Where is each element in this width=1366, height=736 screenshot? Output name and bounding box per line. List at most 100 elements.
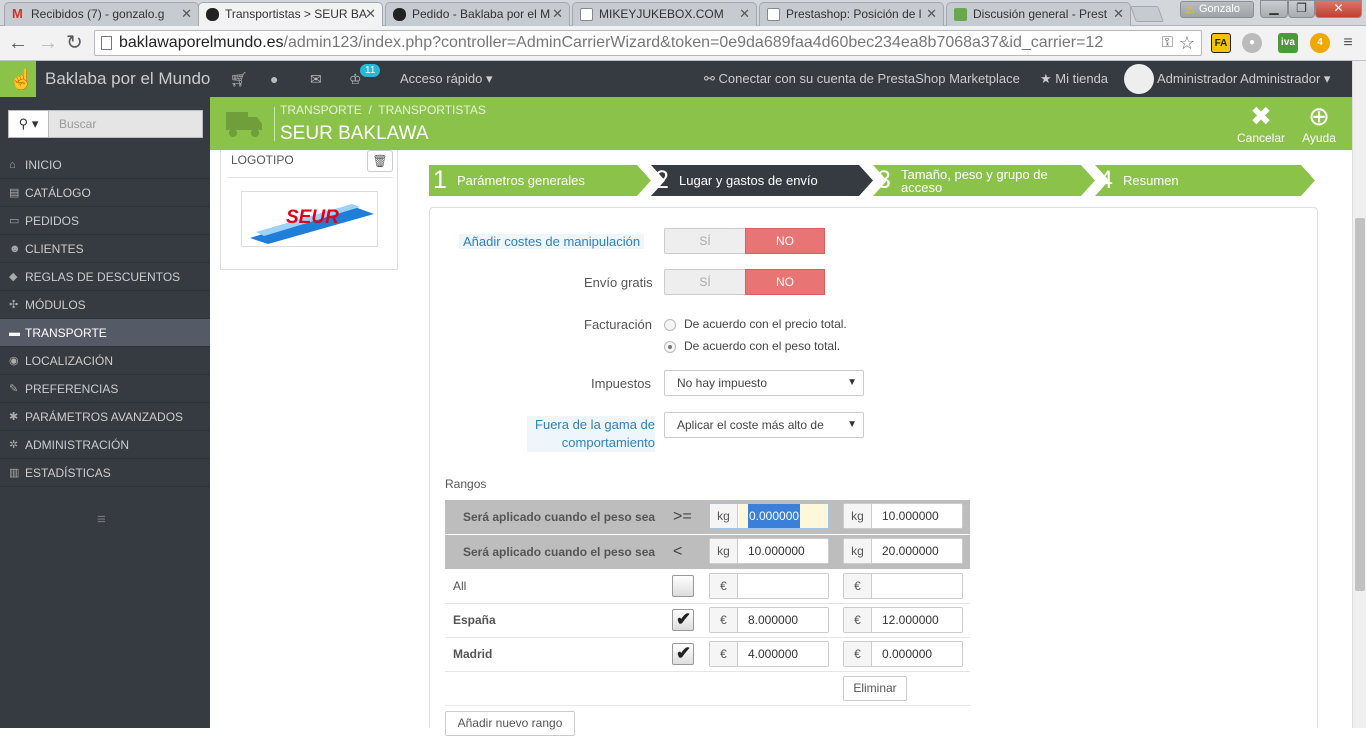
marketplace-connect-link[interactable]: ⚯ Conectar con su cuenta de PrestaShop M… xyxy=(704,71,1020,87)
sidebar-item-estadisticas[interactable]: ▥ Estadísticas xyxy=(0,459,210,487)
range-to-value[interactable]: 20.000000 xyxy=(882,539,939,563)
out-of-range-select[interactable]: Aplicar el coste más alto de ▼ xyxy=(664,412,864,438)
collapse-menu-icon[interactable]: ≡ xyxy=(97,511,106,528)
range-to-value[interactable]: 10.000000 xyxy=(748,539,805,563)
sidebar-item-clientes[interactable]: ☻ Clientes xyxy=(0,235,210,263)
new-tab-button[interactable] xyxy=(1130,6,1164,22)
browser-tab[interactable]: Prestashop: Posición de l ✕ xyxy=(759,2,944,26)
billing-weight-radio[interactable] xyxy=(664,341,676,353)
wizard-step-3[interactable]: 3 Tamaño, peso y grupo de acceso xyxy=(873,165,1083,196)
range-to-input-1[interactable]: kg 10.000000 xyxy=(709,538,829,564)
sidebar-item-transporte[interactable]: ▬ Transporte xyxy=(0,319,210,347)
menu-icon[interactable]: ≡ xyxy=(1338,33,1358,53)
zone-price-input[interactable]: € 8.000000 xyxy=(709,607,829,633)
delete-logo-button[interactable]: 🗑︎ xyxy=(367,150,393,172)
switch-yes[interactable]: Sí xyxy=(665,229,745,253)
close-icon[interactable]: ✕ xyxy=(181,3,192,25)
help-button[interactable]: ⊕ Ayuda xyxy=(1294,101,1344,145)
tax-select[interactable]: No hay impuesto ▼ xyxy=(664,370,864,396)
switch-no[interactable]: NO xyxy=(745,228,825,254)
sidebar-item-parametros[interactable]: ✱ Parámetros avanzados xyxy=(0,403,210,431)
billing-price-label[interactable]: De acuerdo con el precio total. xyxy=(684,317,847,331)
url-input[interactable]: baklawaporelmundo.es/admin123/index.php?… xyxy=(94,30,1202,56)
billing-price-radio[interactable] xyxy=(664,319,676,331)
quick-access-dropdown[interactable]: Acceso rápido ▾ xyxy=(400,71,493,87)
fa-extension-icon[interactable]: FA xyxy=(1211,33,1231,53)
cancel-button[interactable]: ✖ Cancelar xyxy=(1236,101,1286,145)
key-icon[interactable]: ⚿ xyxy=(1162,31,1173,55)
user-icon[interactable]: ● xyxy=(270,71,278,87)
close-icon[interactable]: ✕ xyxy=(365,3,376,25)
page-scrollbar[interactable] xyxy=(1352,61,1366,728)
range-to-input-2[interactable]: kg 20.000000 xyxy=(843,538,963,564)
range-from-input-2[interactable]: kg 10.000000 xyxy=(843,503,963,529)
reload-icon[interactable]: ↻ xyxy=(66,32,83,54)
browser-tab[interactable]: M Recibidos (7) - gonzalo.g ✕ xyxy=(4,2,199,26)
iva-extension-icon[interactable]: iva xyxy=(1278,33,1298,53)
my-store-link[interactable]: ★ Mi tienda xyxy=(1040,71,1108,87)
bookmark-star-icon[interactable]: ☆ xyxy=(1179,31,1195,55)
scrollbar-thumb[interactable] xyxy=(1355,218,1365,591)
close-icon[interactable]: ✕ xyxy=(739,3,750,25)
zone-price-input[interactable]: € 12.000000 xyxy=(843,607,963,633)
avatar[interactable] xyxy=(1124,64,1154,94)
close-icon[interactable]: ✕ xyxy=(926,3,937,25)
browser-user-badge[interactable]: ⚠ Gonzalo xyxy=(1180,1,1254,18)
sidebar-item-inicio[interactable]: ⌂ Inicio xyxy=(0,151,210,179)
range-from-value[interactable]: 0.000000 xyxy=(748,504,801,528)
sidebar-item-catalogo[interactable]: ▤ Catálogo xyxy=(0,179,210,207)
zone-checkbox[interactable]: ✔ xyxy=(672,609,694,631)
zone-price-value[interactable]: 4.000000 xyxy=(748,642,798,666)
range-from-input-1[interactable]: kg 0.000000 xyxy=(709,503,829,529)
breadcrumb-item[interactable]: Transporte xyxy=(280,103,362,117)
browser-tab-active[interactable]: Transportistas > SEUR BA ✕ xyxy=(198,2,383,27)
zone-price-value[interactable]: 12.000000 xyxy=(882,608,939,632)
sidebar-item-reglas[interactable]: ◆ Reglas de descuentos xyxy=(0,263,210,291)
sidebar-item-pedidos[interactable]: ▭ Pedidos xyxy=(0,207,210,235)
wizard-step-1[interactable]: 1 Parámetros generales xyxy=(429,165,639,196)
switch-yes[interactable]: Sí xyxy=(665,270,745,294)
sidebar-item-preferencias[interactable]: ✎ Preferencias xyxy=(0,375,210,403)
breadcrumb-item[interactable]: Transportistas xyxy=(378,103,486,117)
add-range-button[interactable]: Añadir nuevo rango xyxy=(445,711,575,736)
wizard-step-2[interactable]: 2 Lugar y gastos de envío xyxy=(651,165,861,196)
zone-price-input[interactable]: € xyxy=(843,573,963,599)
bulb-extension-icon[interactable]: 4 xyxy=(1310,33,1330,53)
minimize-button[interactable]: ▁ xyxy=(1260,0,1288,18)
wizard-step-4[interactable]: 4 Resumen xyxy=(1095,165,1305,196)
cart-icon[interactable]: 🛒︎ xyxy=(230,71,248,88)
browser-tab[interactable]: Pedido - Baklaba por el M ✕ xyxy=(385,2,570,26)
extension-icon[interactable]: ● xyxy=(1242,33,1262,53)
billing-weight-label[interactable]: De acuerdo con el peso total. xyxy=(684,339,840,353)
zone-price-value[interactable]: 8.000000 xyxy=(748,608,798,632)
close-icon[interactable]: ✕ xyxy=(552,3,563,25)
sidebar-item-localizacion[interactable]: ◉ Localización xyxy=(0,347,210,375)
back-icon[interactable]: ← xyxy=(8,32,28,54)
close-icon[interactable]: ✕ xyxy=(1113,3,1124,25)
close-window-button[interactable]: ✕ xyxy=(1315,0,1362,18)
search-input[interactable]: Buscar xyxy=(59,117,96,131)
switch-no[interactable]: NO xyxy=(745,269,825,295)
zone-checkbox[interactable] xyxy=(672,575,694,597)
delete-range-button[interactable]: Eliminar xyxy=(843,676,907,701)
zone-price-input[interactable]: € 4.000000 xyxy=(709,641,829,667)
free-shipping-switch[interactable]: Sí NO xyxy=(664,269,825,295)
forward-icon[interactable]: → xyxy=(38,32,58,54)
search-type-button[interactable]: ⚲ ▾ xyxy=(9,111,49,137)
envelope-icon[interactable]: ✉ xyxy=(310,71,322,88)
prestashop-logo[interactable]: ☝ xyxy=(0,61,36,97)
sidebar-item-administracion[interactable]: ✲ Administración xyxy=(0,431,210,459)
trophy-icon[interactable]: ♔ xyxy=(349,71,362,88)
maximize-button[interactable]: ❐ xyxy=(1288,0,1315,18)
handling-costs-switch[interactable]: Sí NO xyxy=(664,228,825,254)
zone-checkbox[interactable]: ✔ xyxy=(672,643,694,665)
employee-dropdown[interactable]: Administrador Administrador ▾ xyxy=(1157,71,1330,87)
zone-price-input[interactable]: € 0.000000 xyxy=(843,641,963,667)
range-from-value[interactable]: 10.000000 xyxy=(882,504,939,528)
zone-price-value[interactable]: 0.000000 xyxy=(882,642,932,666)
zone-price-input[interactable]: € xyxy=(709,573,829,599)
browser-tab[interactable]: MIKEYJUKEBOX.COM ✕ xyxy=(572,2,757,26)
sidebar-item-modulos[interactable]: ✣ Módulos xyxy=(0,291,210,319)
shop-name[interactable]: Baklaba por el Mundo xyxy=(45,69,210,89)
browser-tab[interactable]: Discusión general - Prest ✕ xyxy=(946,2,1131,26)
